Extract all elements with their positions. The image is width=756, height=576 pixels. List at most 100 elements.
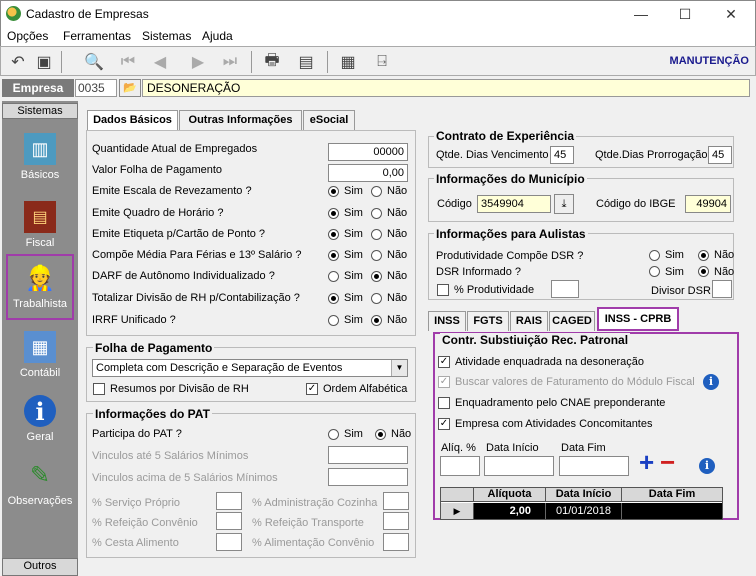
venc-field[interactable]: 45	[550, 146, 574, 164]
sim-label: Sim	[344, 185, 363, 197]
sidebar-item-contabil[interactable]: ▦ Contábil	[6, 325, 74, 389]
question-nao-radio[interactable]	[371, 186, 382, 197]
tab-esocial[interactable]: eSocial	[303, 110, 355, 130]
previous-record-icon[interactable]: ◀	[149, 51, 171, 73]
sidebar-item-label: Fiscal	[25, 237, 55, 249]
last-record-icon[interactable]: ⏭	[219, 51, 241, 73]
remove-button[interactable]: −	[660, 449, 675, 475]
ref-convenio-field[interactable]	[216, 512, 242, 530]
sidebar-footer[interactable]: Outros	[2, 558, 78, 576]
sidebar-item-fiscal[interactable]: ▤ Fiscal	[6, 195, 74, 259]
menu-sistemas[interactable]: Sistemas	[142, 29, 191, 43]
report-icon[interactable]: ▤	[295, 51, 317, 73]
vinc-ate-field[interactable]	[328, 446, 408, 464]
resumos-checkbox[interactable]	[93, 383, 105, 395]
exit-door-icon[interactable]: ⍈	[371, 51, 393, 73]
sidebar-item-trabalhista[interactable]: 👷 Trabalhista	[6, 254, 74, 320]
menu-ajuda[interactable]: Ajuda	[202, 29, 233, 43]
perc-produtividade-checkbox[interactable]	[437, 284, 449, 296]
info-icon[interactable]: i	[703, 374, 719, 390]
aliq-field[interactable]	[440, 456, 480, 476]
question-nao-radio[interactable]	[371, 250, 382, 261]
data-inicio-field[interactable]	[484, 456, 554, 476]
download-icon[interactable]: ⤓	[554, 194, 574, 214]
codigo-field[interactable]: 3549904	[477, 195, 551, 213]
cesta-field[interactable]	[216, 533, 242, 551]
next-record-icon[interactable]: ▶	[187, 51, 209, 73]
question-nao-radio[interactable]	[371, 293, 382, 304]
empresa-code-field[interactable]: 0035	[75, 79, 117, 97]
menu-opcoes[interactable]: Opções	[7, 29, 48, 43]
atividade-desoneracao-checkbox[interactable]: ✓	[438, 356, 450, 368]
folha-tipo-select[interactable]: Completa com Descrição e Separação de Ev…	[92, 359, 408, 377]
ref-transporte-field[interactable]	[383, 512, 409, 530]
sidebar-item-geral[interactable]: i Geral	[6, 389, 74, 453]
subtab-fgts[interactable]: FGTS	[467, 311, 509, 331]
subtab-caged[interactable]: CAGED	[549, 311, 595, 331]
grid-header-data-fim[interactable]: Data Fim	[622, 488, 722, 502]
perc-produtividade-field[interactable]	[551, 280, 579, 298]
tab-dados-basicos[interactable]: Dados Básicos	[87, 110, 178, 130]
adm-cozinha-field[interactable]	[383, 492, 409, 510]
prod-dsr-sim-radio[interactable]	[649, 250, 660, 261]
cnae-checkbox[interactable]	[438, 397, 450, 409]
question-nao-radio[interactable]	[371, 208, 382, 219]
first-record-icon[interactable]: ⏮	[117, 51, 139, 73]
minimize-button[interactable]: —	[621, 3, 661, 25]
subtab-inss-cprb[interactable]: INSS - CPRB	[597, 307, 679, 331]
title-bar: Cadastro de Empresas — ☐ ✕	[0, 0, 756, 26]
qtd-empregados-field[interactable]: 00000	[328, 143, 408, 161]
subtab-inss[interactable]: INSS	[428, 311, 466, 331]
question-sim-radio[interactable]	[328, 315, 339, 326]
divisor-dsr-field[interactable]	[712, 280, 732, 298]
dsr-informado-nao-radio[interactable]	[698, 266, 709, 277]
question-nao-radio[interactable]	[371, 271, 382, 282]
save-icon[interactable]: ▣	[33, 51, 55, 73]
question-sim-radio[interactable]	[328, 271, 339, 282]
calculator-icon[interactable]: ▦	[337, 51, 359, 73]
grid-header-data-inicio[interactable]: Data Início	[546, 488, 622, 502]
folder-icon[interactable]: 📂	[119, 79, 141, 97]
alim-convenio-label: % Alimentação Convênio	[252, 537, 375, 549]
empresa-bar: Empresa 0035 📂 DESONERAÇÃO	[0, 76, 756, 100]
question-sim-radio[interactable]	[328, 208, 339, 219]
sidebar-item-basicos[interactable]: ▥ Básicos	[6, 127, 74, 191]
sidebar-header[interactable]: Sistemas	[2, 103, 78, 119]
data-fim-field[interactable]	[559, 456, 629, 476]
participa-pat-nao-radio[interactable]	[375, 429, 386, 440]
prorr-field[interactable]: 45	[708, 146, 732, 164]
question-sim-radio[interactable]	[328, 293, 339, 304]
subtab-rais[interactable]: RAIS	[510, 311, 548, 331]
maximize-button[interactable]: ☐	[665, 3, 705, 25]
search-document-icon[interactable]: 🔍	[83, 51, 105, 73]
alim-convenio-field[interactable]	[383, 533, 409, 551]
serv-proprio-field[interactable]	[216, 492, 242, 510]
question-nao-radio[interactable]	[371, 315, 382, 326]
ibge-field[interactable]: 49904	[685, 195, 731, 213]
vinc-acima-field[interactable]	[328, 468, 408, 486]
ordem-alfabetica-checkbox[interactable]: ✓	[306, 383, 318, 395]
question-sim-radio[interactable]	[328, 250, 339, 261]
concomitantes-checkbox[interactable]: ✓	[438, 418, 450, 430]
question-nao-radio[interactable]	[371, 229, 382, 240]
undo-icon[interactable]: ↶	[7, 51, 29, 73]
add-button[interactable]: +	[639, 449, 654, 475]
empresa-name-field[interactable]: DESONERAÇÃO	[142, 79, 750, 97]
question-sim-radio[interactable]	[328, 229, 339, 240]
sidebar-item-observacoes[interactable]: ✎ Observações	[6, 453, 74, 517]
menu-ferramentas[interactable]: Ferramentas	[63, 29, 131, 43]
print-icon[interactable]: 🖶	[261, 51, 283, 73]
toolbar-separator	[251, 51, 252, 73]
valor-folha-field[interactable]: 0,00	[328, 164, 408, 182]
table-row[interactable]: 2,00 01/01/2018	[474, 503, 722, 519]
tab-outras-informacoes[interactable]: Outras Informações	[179, 110, 302, 130]
dsr-informado-sim-radio[interactable]	[649, 266, 660, 277]
question-sim-radio[interactable]	[328, 186, 339, 197]
close-button[interactable]: ✕	[711, 3, 751, 25]
chevron-down-icon[interactable]: ▼	[391, 360, 407, 376]
buscar-faturamento-checkbox[interactable]: ✓	[438, 376, 450, 388]
grid-header-aliquota[interactable]: Alíquota	[474, 488, 546, 502]
prod-dsr-nao-radio[interactable]	[698, 250, 709, 261]
info-icon[interactable]: i	[699, 458, 715, 474]
participa-pat-sim-radio[interactable]	[328, 429, 339, 440]
